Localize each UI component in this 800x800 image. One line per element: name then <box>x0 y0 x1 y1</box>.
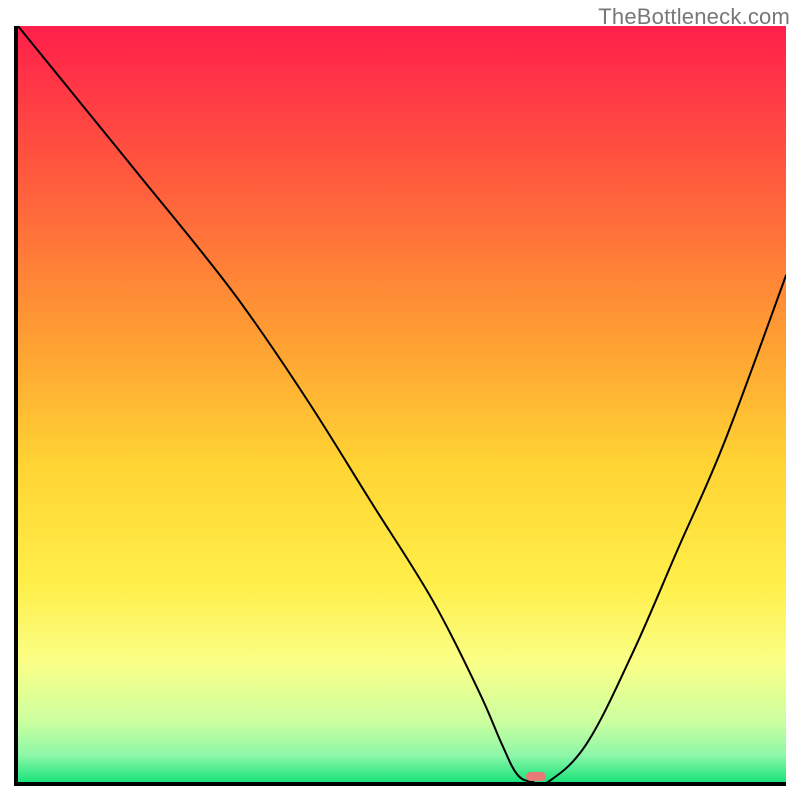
optimal-marker <box>526 772 546 781</box>
bottleneck-curve <box>18 26 786 782</box>
plot-area <box>14 26 786 786</box>
chart-container: TheBottleneck.com <box>0 0 800 800</box>
curve-layer <box>18 26 786 782</box>
watermark-label: TheBottleneck.com <box>598 4 790 30</box>
